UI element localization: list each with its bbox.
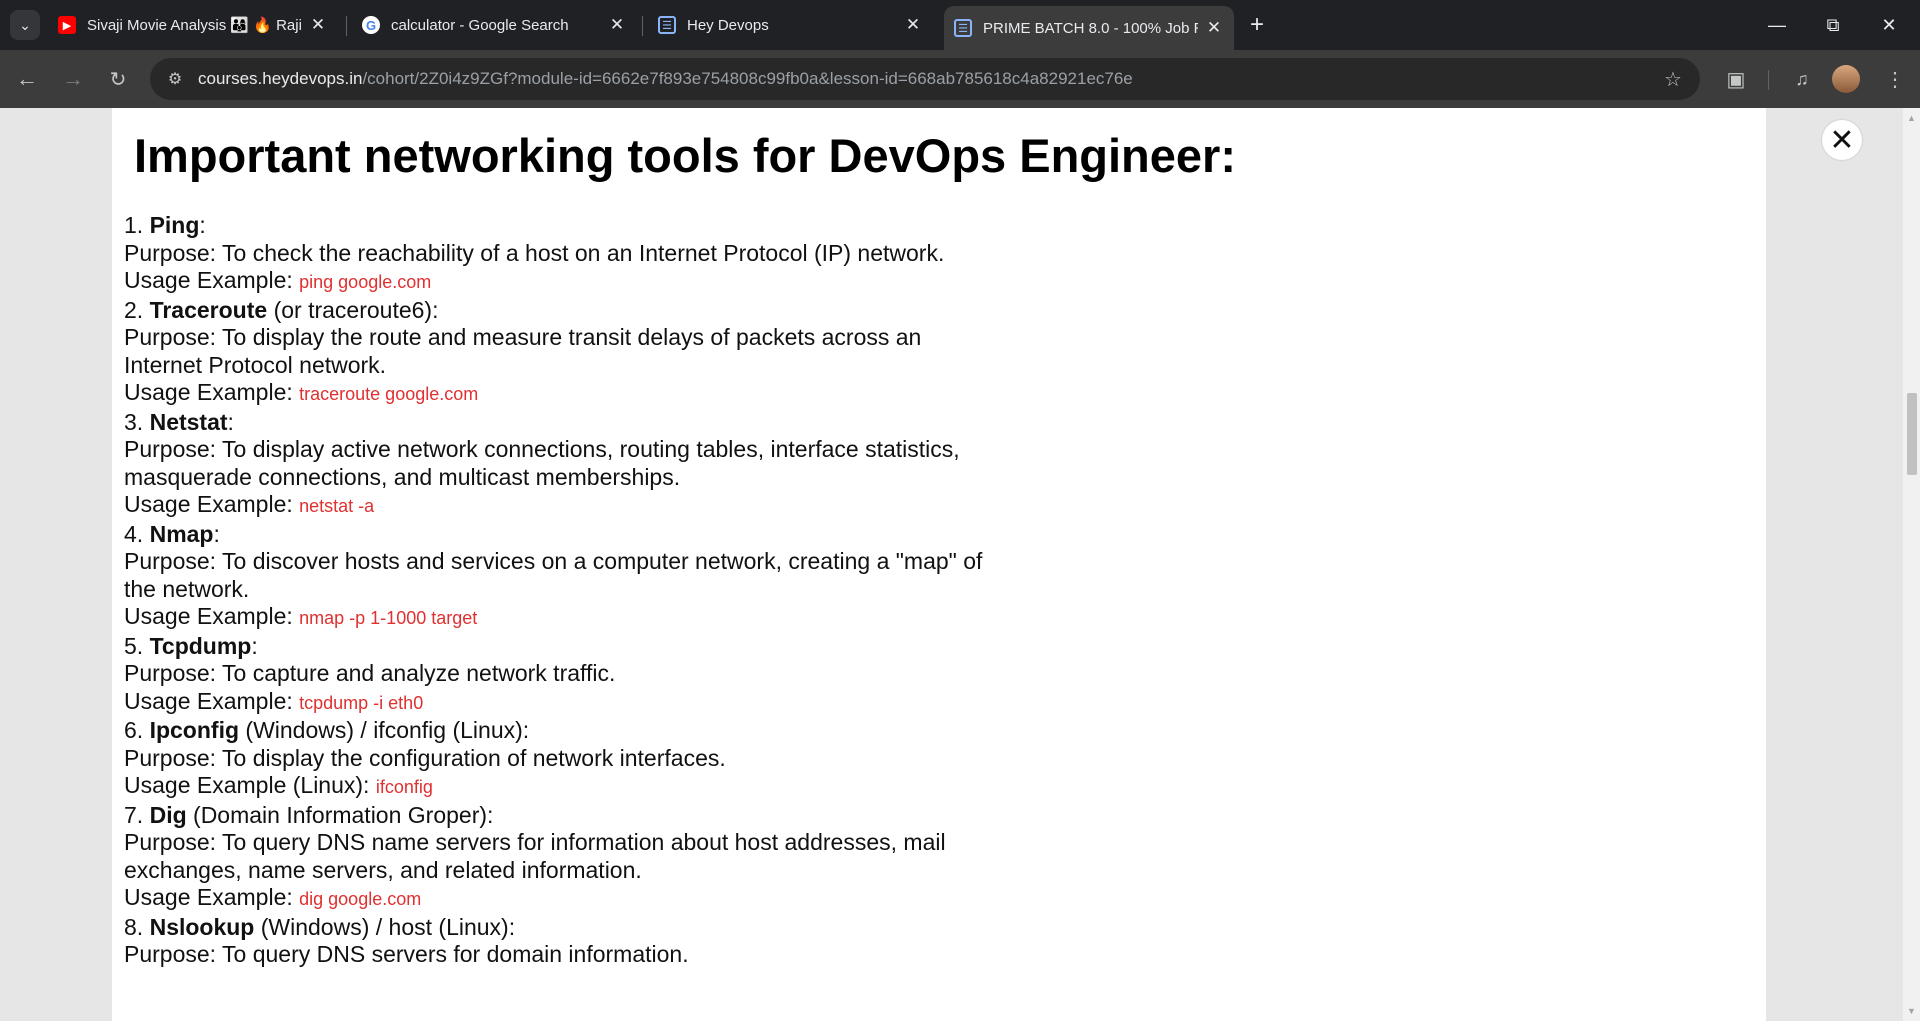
tab-youtube[interactable]: ▶ Sivaji Movie Analysis 👨‍👩‍👦 🔥 Raji ✕ [48, 8, 338, 42]
usage-code: tcpdump -i eth0 [299, 692, 424, 713]
window-close-icon[interactable]: ✕ [1866, 10, 1912, 40]
tools-list: 1. Ping: Purpose: To check the reachabil… [124, 212, 984, 969]
item-purpose: Purpose: To display the route and measur… [124, 324, 922, 378]
tab-prime-batch[interactable]: ☰ PRIME BATCH 8.0 - 100% Job R ✕ [944, 6, 1234, 50]
tool-name: Tcpdump [149, 632, 252, 659]
list-item: 8. Nslookup (Windows) / host (Linux): Pu… [124, 914, 984, 969]
forward-arrow-icon[interactable]: → [58, 64, 88, 94]
item-heading: 6. Ipconfig (Windows) / ifconfig (Linux)… [124, 717, 530, 743]
toolbar-divider [1768, 70, 1769, 90]
usage-code: netstat -a [299, 496, 375, 516]
page-title: Important networking tools for DevOps En… [134, 129, 1236, 182]
tool-name: Ping [149, 212, 200, 238]
heydevops-icon: ☰ [658, 16, 676, 34]
profile-avatar[interactable] [1832, 65, 1860, 93]
item-purpose: Purpose: To query DNS servers for domain… [124, 941, 689, 967]
item-purpose: Purpose: To discover hosts and services … [124, 548, 983, 602]
back-arrow-icon[interactable]: ← [12, 64, 42, 94]
item-usage: Usage Example: netstat -a [124, 491, 375, 517]
tool-name: Dig [149, 801, 187, 828]
item-usage: Usage Example: traceroute google.com [124, 379, 479, 405]
usage-code: traceroute google.com [299, 384, 479, 404]
item-usage: Usage Example: tcpdump -i eth0 [124, 687, 424, 714]
close-icon[interactable]: ✕ [308, 15, 328, 35]
url-host: courses.heydevops.in [198, 69, 363, 88]
restore-icon[interactable]: ⧉ [1810, 10, 1856, 40]
item-purpose: Purpose: To check the reachability of a … [124, 239, 945, 266]
usage-code: ifconfig [375, 777, 433, 797]
scroll-thumb[interactable] [1907, 393, 1917, 475]
browser-toolbar: ← → ↻ ⚙ courses.heydevops.in/cohort/2Z0i… [0, 50, 1920, 108]
site-info-icon[interactable]: ⚙ [164, 68, 186, 90]
item-purpose: Purpose: To capture and analyze network … [124, 660, 616, 686]
heydevops-icon: ☰ [954, 19, 972, 37]
item-heading: 4. Nmap: [124, 520, 220, 547]
item-usage: Usage Example: ping google.com [124, 267, 432, 293]
tab-search-chevron-icon[interactable]: ⌄ [10, 10, 40, 40]
usage-code: ping google.com [299, 272, 432, 292]
item-purpose: Purpose: To query DNS name servers for i… [124, 829, 946, 883]
item-heading: 5. Tcpdump: [124, 632, 258, 659]
tool-name: Nslookup [149, 913, 255, 940]
tab-hey-devops[interactable]: ☰ Hey Devops ✕ [648, 8, 933, 42]
item-purpose: Purpose: To display active network conne… [124, 436, 960, 490]
usage-code: nmap -p 1-1000 target [299, 608, 478, 628]
item-purpose: Purpose: To display the configuration of… [124, 744, 726, 771]
new-tab-plus-icon[interactable]: + [1244, 11, 1270, 38]
list-item: 6. Ipconfig (Windows) / ifconfig (Linux)… [124, 717, 984, 802]
item-usage: Usage Example: nmap -p 1-1000 target [124, 603, 478, 629]
list-item: 5. Tcpdump: Purpose: To capture and anal… [124, 633, 984, 718]
minimize-icon[interactable]: — [1754, 10, 1800, 40]
close-icon[interactable]: ✕ [607, 15, 627, 35]
list-item: 3. Netstat: Purpose: To display active n… [124, 409, 984, 521]
item-usage: Usage Example: dig google.com [124, 884, 422, 910]
address-bar[interactable]: ⚙ courses.heydevops.in/cohort/2Z0i4z9ZGf… [150, 58, 1700, 100]
list-item: 2. Traceroute (or traceroute6): Purpose:… [124, 297, 984, 409]
tab-divider [346, 16, 347, 36]
tab-strip: ⌄ ▶ Sivaji Movie Analysis 👨‍👩‍👦 🔥 Raji ✕… [0, 0, 1920, 50]
item-heading: 8. Nslookup (Windows) / host (Linux): [124, 913, 516, 940]
media-queue-icon[interactable]: ♫ [1787, 64, 1817, 94]
scroll-up-arrow-icon[interactable]: ▲ [1906, 112, 1917, 123]
item-heading: 7. Dig (Domain Information Groper): [124, 801, 494, 828]
url-path: /cohort/2Z0i4z9ZGf?module-id=6662e7f893e… [362, 69, 1133, 88]
vertical-scrollbar[interactable]: ▲ ▼ [1903, 108, 1920, 1021]
item-heading: 1. Ping: [124, 212, 206, 238]
list-item: 7. Dig (Domain Information Groper): Purp… [124, 802, 984, 914]
close-icon[interactable]: ✕ [903, 15, 923, 35]
list-item: 1. Ping: Purpose: To check the reachabil… [124, 212, 984, 297]
tool-name: Netstat [149, 408, 228, 435]
extensions-puzzle-icon[interactable]: ▣ [1721, 64, 1751, 94]
item-heading: 3. Netstat: [124, 408, 234, 435]
tab-title: Hey Devops [687, 16, 769, 34]
usage-code: dig google.com [299, 889, 422, 909]
tool-name: Traceroute [149, 296, 268, 323]
item-heading: 2. Traceroute (or traceroute6): [124, 296, 439, 323]
close-icon[interactable]: ✕ [1204, 18, 1224, 38]
reload-icon[interactable]: ↻ [103, 64, 133, 94]
tool-name: Ipconfig [149, 717, 240, 743]
scroll-down-arrow-icon[interactable]: ▼ [1906, 1005, 1917, 1016]
menu-kebab-icon[interactable]: ⋮ [1880, 64, 1910, 94]
tool-name: Nmap [149, 520, 214, 547]
url-text[interactable]: courses.heydevops.in/cohort/2Z0i4z9ZGf?m… [198, 69, 1660, 89]
bookmark-star-icon[interactable]: ☆ [1660, 66, 1686, 92]
list-item: 4. Nmap: Purpose: To discover hosts and … [124, 521, 984, 633]
google-icon: G [362, 16, 380, 34]
tab-divider [642, 16, 643, 36]
tab-title: Sivaji Movie Analysis 👨‍👩‍👦 🔥 Raji [87, 17, 302, 34]
tab-title: calculator - Google Search [391, 16, 569, 34]
item-usage: Usage Example (Linux): ifconfig [124, 772, 433, 798]
tab-title: PRIME BATCH 8.0 - 100% Job R [983, 19, 1198, 37]
tab-google-search[interactable]: G calculator - Google Search ✕ [352, 8, 637, 42]
youtube-icon: ▶ [58, 16, 76, 34]
close-lesson-icon[interactable]: ✕ [1822, 120, 1862, 160]
